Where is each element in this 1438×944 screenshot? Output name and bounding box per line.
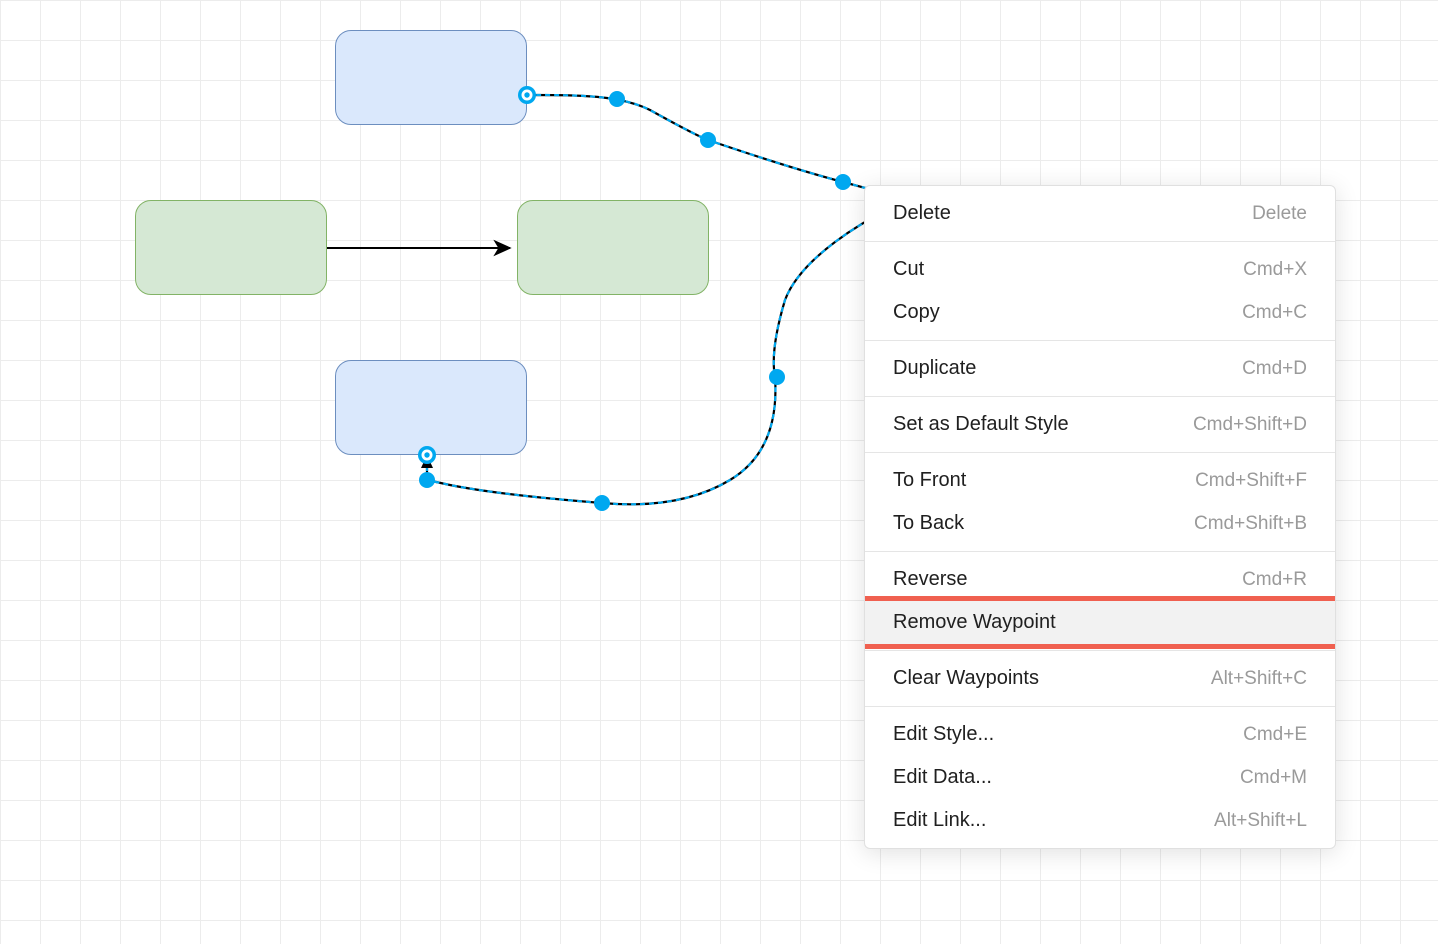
menu-label: Clear Waypoints [893, 667, 1039, 690]
menu-shortcut: Cmd+Shift+D [1193, 414, 1307, 436]
menu-item-duplicate[interactable]: Duplicate Cmd+D [865, 347, 1335, 390]
menu-label: Copy [893, 301, 940, 324]
menu-shortcut: Delete [1252, 203, 1307, 225]
waypoint-handle[interactable] [769, 369, 785, 385]
edge-selected-curve[interactable] [418, 86, 910, 511]
menu-shortcut: Cmd+Shift+F [1195, 470, 1307, 492]
waypoint-handle[interactable] [419, 472, 435, 488]
menu-item-edit-link[interactable]: Edit Link... Alt+Shift+L [865, 799, 1335, 842]
menu-item-remove-waypoint[interactable]: Remove Waypoint [865, 601, 1335, 644]
waypoint-handle[interactable] [609, 91, 625, 107]
menu-shortcut: Cmd+Shift+B [1194, 513, 1307, 535]
menu-label: Set as Default Style [893, 413, 1069, 436]
waypoint-handle[interactable] [594, 495, 610, 511]
menu-shortcut: Alt+Shift+L [1214, 810, 1307, 832]
menu-label: To Front [893, 469, 966, 492]
context-menu: Delete Delete Cut Cmd+X Copy Cmd+C Dupli… [864, 185, 1336, 849]
menu-label: Duplicate [893, 357, 976, 380]
menu-item-to-front[interactable]: To Front Cmd+Shift+F [865, 459, 1335, 502]
waypoint-handle[interactable] [700, 132, 716, 148]
menu-shortcut: Cmd+E [1243, 724, 1307, 746]
menu-item-cut[interactable]: Cut Cmd+X [865, 248, 1335, 291]
menu-label: Reverse [893, 568, 967, 591]
menu-item-set-default-style[interactable]: Set as Default Style Cmd+Shift+D [865, 403, 1335, 446]
menu-label: To Back [893, 512, 964, 535]
menu-label: Cut [893, 258, 924, 281]
menu-shortcut: Alt+Shift+C [1211, 668, 1307, 690]
menu-item-reverse[interactable]: Reverse Cmd+R [865, 558, 1335, 601]
menu-shortcut: Cmd+C [1242, 302, 1307, 324]
menu-item-edit-style[interactable]: Edit Style... Cmd+E [865, 713, 1335, 756]
menu-item-to-back[interactable]: To Back Cmd+Shift+B [865, 502, 1335, 545]
menu-item-edit-data[interactable]: Edit Data... Cmd+M [865, 756, 1335, 799]
menu-shortcut: Cmd+M [1240, 767, 1307, 789]
menu-item-delete[interactable]: Delete Delete [865, 192, 1335, 235]
menu-shortcut: Cmd+D [1242, 358, 1307, 380]
menu-shortcut: Cmd+X [1243, 259, 1307, 281]
menu-label: Delete [893, 202, 951, 225]
menu-label: Edit Data... [893, 766, 992, 789]
menu-shortcut: Cmd+R [1242, 569, 1307, 591]
menu-item-clear-waypoints[interactable]: Clear Waypoints Alt+Shift+C [865, 657, 1335, 700]
waypoint-handle[interactable] [835, 174, 851, 190]
menu-item-copy[interactable]: Copy Cmd+C [865, 291, 1335, 334]
menu-label: Edit Style... [893, 723, 994, 746]
menu-label: Edit Link... [893, 809, 986, 832]
menu-label: Remove Waypoint [893, 611, 1056, 634]
